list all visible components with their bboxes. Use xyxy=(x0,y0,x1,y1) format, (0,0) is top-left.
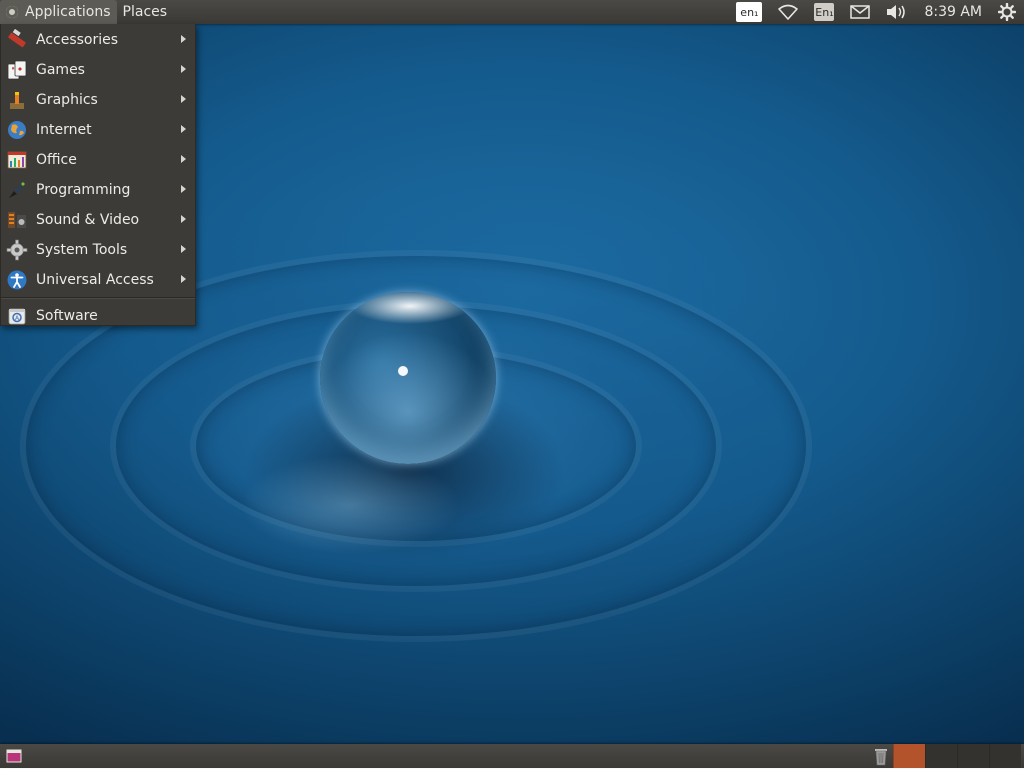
menu-item-internet[interactable]: Internet xyxy=(1,115,195,145)
accessories-icon xyxy=(6,29,28,51)
submenu-arrow-icon xyxy=(181,155,186,163)
show-desktop-icon[interactable] xyxy=(6,748,22,764)
graphics-icon xyxy=(6,89,28,111)
system-tray: en₁ En₁ 8:39 AM xyxy=(728,0,1024,24)
menu-item-label: Office xyxy=(36,152,77,168)
session-indicator[interactable] xyxy=(990,0,1024,24)
menu-item-universal-access[interactable]: Universal Access xyxy=(1,265,195,295)
input-method-label: En₁ xyxy=(814,3,834,21)
menu-item-system-tools[interactable]: System Tools xyxy=(1,235,195,265)
workspace-4[interactable] xyxy=(989,744,1021,768)
wallpaper-splash xyxy=(240,455,460,555)
menu-item-label: Graphics xyxy=(36,92,98,108)
submenu-arrow-icon xyxy=(181,35,186,43)
games-icon xyxy=(6,59,28,81)
system-tools-gear-icon xyxy=(6,239,28,261)
software-center-icon: A xyxy=(6,305,28,327)
menu-item-graphics[interactable]: Graphics xyxy=(1,85,195,115)
submenu-arrow-icon xyxy=(181,245,186,253)
volume-icon xyxy=(886,4,908,20)
menu-separator xyxy=(1,297,195,299)
submenu-arrow-icon xyxy=(181,275,186,283)
universal-access-icon xyxy=(6,269,28,291)
office-icon xyxy=(6,149,28,171)
top-panel: Applications Places en₁ En₁ xyxy=(0,0,1024,24)
menu-item-label: System Tools xyxy=(36,242,127,258)
keyboard-layout-label: en₁ xyxy=(736,2,762,22)
menu-item-label: Internet xyxy=(36,122,92,138)
power-gear-icon xyxy=(998,3,1016,21)
mail-icon xyxy=(850,5,870,19)
workspace-3[interactable] xyxy=(957,744,989,768)
applications-menu-label: Applications xyxy=(25,4,111,20)
water-drop-glint xyxy=(398,366,408,376)
clock-time: 8:39 AM xyxy=(924,4,982,20)
places-menu-button[interactable]: Places xyxy=(117,0,174,24)
internet-globe-icon xyxy=(6,119,28,141)
ubuntu-logo-icon xyxy=(6,6,18,18)
workspace-1[interactable] xyxy=(893,744,925,768)
submenu-arrow-icon xyxy=(181,185,186,193)
water-drop xyxy=(320,292,496,464)
sound-video-icon xyxy=(6,209,28,231)
bottom-panel xyxy=(0,744,1024,768)
menu-item-label: Accessories xyxy=(36,32,118,48)
menu-item-label: Sound & Video xyxy=(36,212,139,228)
network-indicator[interactable] xyxy=(770,0,806,24)
menu-item-label: Universal Access xyxy=(36,272,154,288)
menu-item-software[interactable]: A Software xyxy=(1,301,195,331)
menu-item-label: Programming xyxy=(36,182,130,198)
keyboard-layout-indicator[interactable]: en₁ xyxy=(728,0,770,24)
applications-menu-button[interactable]: Applications xyxy=(0,0,117,24)
clock-indicator[interactable]: 8:39 AM xyxy=(916,0,990,24)
sound-indicator[interactable] xyxy=(878,0,916,24)
network-wireless-icon xyxy=(778,4,798,20)
applications-dropdown: Accessories Games Graphics xyxy=(0,24,196,326)
menu-item-office[interactable]: Office xyxy=(1,145,195,175)
menu-item-sound-video[interactable]: Sound & Video xyxy=(1,205,195,235)
menu-item-games[interactable]: Games xyxy=(1,55,195,85)
menu-item-accessories[interactable]: Accessories xyxy=(1,25,195,55)
menu-item-programming[interactable]: Programming xyxy=(1,175,195,205)
places-menu-label: Places xyxy=(123,4,168,20)
submenu-arrow-icon xyxy=(181,215,186,223)
submenu-arrow-icon xyxy=(181,95,186,103)
workspace-2[interactable] xyxy=(925,744,957,768)
submenu-arrow-icon xyxy=(181,65,186,73)
menu-item-label: Software xyxy=(36,308,98,324)
trash-icon[interactable] xyxy=(871,746,891,766)
messaging-indicator[interactable] xyxy=(842,0,878,24)
programming-icon xyxy=(6,179,28,201)
submenu-arrow-icon xyxy=(181,125,186,133)
menu-item-label: Games xyxy=(36,62,85,78)
workspace-switcher xyxy=(893,744,1021,768)
input-method-indicator[interactable]: En₁ xyxy=(806,0,842,24)
